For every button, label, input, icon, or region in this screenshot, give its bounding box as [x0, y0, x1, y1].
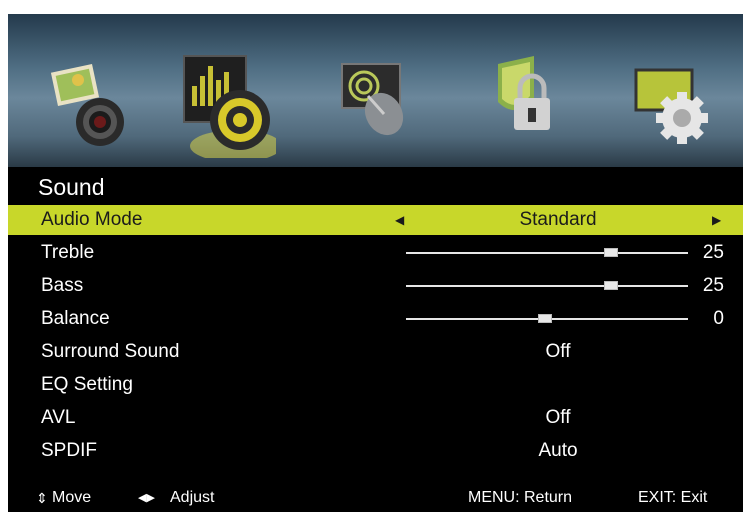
leftright-arrow-icon: ◀▶ [138, 492, 155, 504]
avl-value: Off [545, 407, 571, 428]
slider-thumb[interactable] [604, 281, 618, 290]
menu-item-audio-mode[interactable]: Audio Mode ◀ Standard ▶ [8, 205, 743, 235]
setup-icon[interactable] [622, 46, 718, 158]
sound-icon[interactable] [180, 46, 276, 158]
updown-arrow-icon: ⇕ [36, 490, 48, 506]
menu-item-label: EQ Setting [41, 374, 133, 395]
spdif-value: Auto [538, 440, 578, 461]
menu-item-label: Balance [41, 308, 110, 329]
menu-item-avl[interactable]: AVL Off [8, 403, 743, 433]
menu-item-label: Bass [41, 275, 84, 296]
balance-value: 0 [713, 308, 724, 329]
menu-category-bar [8, 14, 743, 167]
right-arrow-icon[interactable]: ▶ [712, 205, 721, 235]
menu-item-label: Surround Sound [41, 341, 180, 362]
footer-hint-bar: ⇕ Move ◀▶ Adjust MENU: Return EXIT: Exit [8, 484, 743, 512]
menu-item-label: Treble [41, 242, 95, 263]
bass-value: 25 [702, 275, 724, 296]
menu-item-label: AVL [41, 407, 76, 428]
surround-sound-value: Off [545, 341, 571, 362]
footer-adjust: Adjust [170, 489, 215, 506]
menu-title: Sound [38, 174, 105, 200]
treble-slider[interactable] [406, 248, 688, 257]
left-arrow-icon[interactable]: ◀ [395, 205, 404, 235]
menu-item-spdif[interactable]: SPDIF Auto [8, 436, 743, 466]
bass-slider[interactable] [406, 281, 688, 290]
footer-menu-return: MENU: Return [468, 489, 573, 506]
menu-item-treble[interactable]: Treble 25 [8, 238, 743, 268]
menu-item-bass[interactable]: Bass 25 [8, 271, 743, 301]
audio-mode-value: Standard [519, 209, 597, 230]
slider-thumb[interactable] [538, 314, 552, 323]
balance-slider[interactable] [406, 314, 688, 323]
lock-icon[interactable] [474, 46, 570, 158]
menu-item-label: Audio Mode [41, 209, 143, 230]
footer-exit: EXIT: Exit [638, 489, 708, 506]
treble-value: 25 [702, 242, 724, 263]
menu-item-eq-setting[interactable]: EQ Setting [8, 370, 743, 400]
footer-move: Move [52, 489, 92, 506]
slider-thumb[interactable] [604, 248, 618, 257]
menu-item-surround-sound[interactable]: Surround Sound Off [8, 337, 743, 367]
menu-item-label: SPDIF [41, 440, 97, 461]
channel-icon[interactable] [324, 46, 420, 158]
menu-item-balance[interactable]: Balance 0 [8, 304, 743, 334]
picture-icon[interactable] [44, 46, 140, 158]
tv-osd-frame: Sound Audio Mode ◀ Standard ▶ Treble 25 … [8, 14, 743, 512]
